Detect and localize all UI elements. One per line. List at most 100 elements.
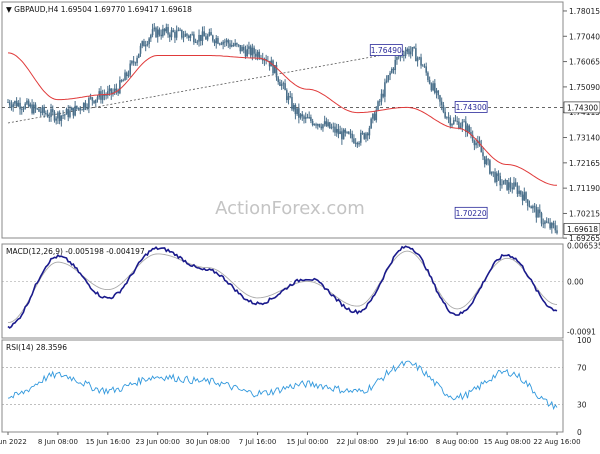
candle-body [217, 38, 219, 44]
candle-body [279, 82, 281, 86]
candle-body [15, 100, 18, 107]
candle-body [303, 116, 305, 119]
x-tick-label: 23 Jun 00:00 [135, 438, 179, 446]
candle-body [545, 221, 548, 223]
candle-body [113, 88, 116, 93]
candle-body [158, 29, 161, 35]
candle-body [48, 116, 51, 118]
candle-body [184, 33, 187, 37]
candle-body [292, 105, 295, 110]
candle-body [74, 105, 76, 116]
candle-body [125, 72, 128, 77]
candle-body [210, 32, 212, 36]
x-tick-label: 22 Aug 16:00 [533, 438, 580, 446]
candle-body [253, 47, 255, 54]
candle-body [315, 124, 317, 126]
candle-body [483, 156, 486, 165]
rsi-y-tick-label: 100 [577, 336, 592, 345]
candle-body [57, 112, 59, 119]
candle-body [544, 221, 546, 224]
candle-body [198, 34, 200, 42]
candle-body [255, 53, 257, 57]
x-tick-label: 8 Jun 08:00 [38, 438, 78, 446]
x-tick-label: 15 Aug 08:00 [483, 438, 530, 446]
candle-body [509, 182, 512, 188]
candle-body [63, 114, 66, 116]
x-tick-label: 7 Jul 16:00 [239, 438, 277, 446]
candle-body [146, 43, 149, 46]
candle-body [396, 57, 398, 60]
candle-body [494, 172, 496, 183]
candle-body [332, 126, 335, 128]
candle-body [497, 173, 500, 177]
candle-body [403, 55, 405, 57]
candle-body [277, 77, 279, 83]
candle-body [442, 104, 445, 112]
price-y-tick-label: 1.78015 [569, 7, 600, 16]
candle-body [186, 33, 188, 36]
candle-body [249, 46, 252, 56]
candle-body [440, 101, 443, 105]
candle-body [482, 152, 484, 157]
candle-body [411, 47, 414, 52]
candle-body [556, 230, 558, 234]
candle-body [170, 30, 173, 38]
candle-body [127, 74, 130, 77]
candle-body [427, 72, 429, 81]
candle-body [156, 29, 159, 38]
candle-body [213, 40, 216, 44]
candle-body [387, 75, 390, 81]
candle-body [394, 59, 397, 71]
candle-body [554, 225, 557, 231]
candle-body [31, 104, 33, 114]
candle-body [322, 124, 324, 129]
level-price-tag: 1.74300 [567, 103, 598, 112]
candle-body [119, 80, 121, 94]
candle-body [230, 45, 233, 47]
candle-body [404, 51, 407, 57]
candle-body [163, 28, 166, 32]
candle-body [206, 35, 209, 40]
candle-body [390, 68, 393, 73]
candle-body [504, 180, 507, 181]
candle-body [368, 128, 371, 136]
candle-body [533, 206, 536, 208]
candle-body [320, 126, 323, 129]
candle-body [318, 124, 321, 127]
candle-body [165, 27, 168, 32]
candle-body [298, 108, 300, 118]
candle-body [205, 36, 207, 40]
candle-body [329, 122, 331, 129]
candle-body [365, 133, 367, 139]
price-chart-title: ▼ GBPAUD,H4 1.69504 1.69770 1.69417 1.69… [6, 5, 192, 14]
candle-body [91, 97, 94, 101]
x-tick-label: 30 Jun 08:00 [185, 438, 229, 446]
candle-body [523, 192, 526, 201]
candle-body [518, 190, 520, 194]
candle-body [22, 108, 25, 110]
candle-body [248, 46, 250, 49]
candle-body [38, 108, 40, 112]
candle-body [421, 65, 424, 67]
candle-body [511, 187, 514, 190]
candle-body [45, 112, 47, 114]
candle-body [347, 131, 350, 134]
candle-body [392, 68, 395, 71]
candle-body [526, 199, 529, 206]
candle-body [447, 117, 450, 119]
candle-body [131, 61, 133, 64]
candle-body [122, 80, 125, 82]
candle-body [490, 171, 493, 174]
candle-body [175, 30, 178, 38]
candle-body [425, 66, 428, 73]
candle-body [34, 104, 37, 109]
candle-body [211, 35, 214, 41]
candle-body [301, 114, 304, 117]
rsi-y-tick-label: 70 [577, 364, 587, 373]
rsi-panel-frame [1, 339, 564, 433]
x-tick-label: 29 Jul 16:00 [386, 438, 428, 446]
candle-body [444, 111, 446, 118]
candle-body [19, 102, 21, 110]
candle-body [294, 105, 297, 115]
candle-body [67, 109, 70, 118]
